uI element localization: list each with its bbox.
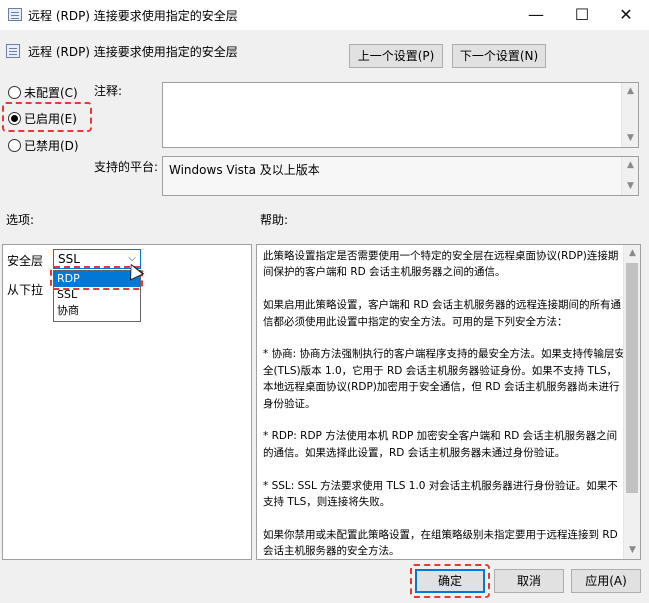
help-paragraph: * 协商: 协商方法强制执行的客户端程序支持的最安全方法。如果支持传输层安全(T…	[263, 348, 625, 410]
help-paragraph: 如果启用此策略设置，客户端和 RD 会话主机服务器的远程连接期间的所有通信都必须…	[263, 299, 622, 328]
options-header: 选项:	[6, 213, 35, 227]
truncated-option-text: 从下拉	[7, 283, 44, 297]
help-header: 帮助:	[260, 213, 289, 227]
scroll-up-icon[interactable]: ▲	[622, 157, 639, 174]
radio-not-configured[interactable]: 未配置(C)	[8, 83, 78, 101]
help-paragraph: * RDP: RDP 方法使用本机 RDP 加密安全客户端和 RD 会话主机服务…	[263, 430, 618, 459]
radio-disabled[interactable]: 已禁用(D)	[8, 136, 79, 154]
scroll-down-icon[interactable]: ▼	[622, 130, 639, 147]
policy-icon	[8, 8, 22, 21]
radio-label: 未配置(C)	[24, 85, 78, 100]
scroll-up-icon[interactable]: ▲	[622, 83, 639, 100]
policy-title: 远程 (RDP) 连接要求使用指定的安全层	[28, 45, 238, 59]
previous-setting-button[interactable]: 上一个设置(P)	[349, 44, 443, 68]
help-paragraph: 此策略设置指定是否需要使用一个特定的安全层在远程桌面协议(RDP)连接期间保护的…	[263, 250, 619, 279]
help-scrollbar[interactable]: ▲ ▼	[623, 245, 640, 559]
next-setting-button[interactable]: 下一个设置(N)	[452, 44, 546, 68]
security-layer-label: 安全层	[7, 254, 44, 268]
help-text: 此策略设置指定是否需要使用一个特定的安全层在远程桌面协议(RDP)连接期间保护的…	[263, 248, 625, 576]
comment-textarea[interactable]: ▲ ▼	[162, 82, 639, 148]
help-paragraph: * SSL: SSL 方法要求使用 TLS 1.0 对会话主机服务器进行身份验证…	[263, 479, 618, 509]
close-button[interactable]: ✕	[603, 0, 649, 30]
platform-box: Windows Vista 及以上版本 ▲ ▼	[162, 156, 639, 196]
help-pane: 此策略设置指定是否需要使用一个特定的安全层在远程桌面协议(RDP)连接期间保护的…	[256, 244, 641, 560]
policy-setting-icon	[6, 44, 20, 58]
dropdown-option-negotiate[interactable]: 协商	[54, 303, 140, 319]
platform-scrollbar[interactable]: ▲ ▼	[621, 157, 638, 195]
radio-circle[interactable]	[8, 138, 21, 152]
apply-button[interactable]: 应用(A)	[571, 569, 641, 593]
scroll-thumb[interactable]	[626, 263, 638, 493]
scroll-down-icon[interactable]: ▼	[624, 542, 641, 559]
policy-dialog: 远程 (RDP) 连接要求使用指定的安全层 上一个设置(P) 下一个设置(N) …	[0, 30, 649, 603]
cancel-button[interactable]: 取消	[494, 569, 564, 593]
scroll-up-icon[interactable]: ▲	[624, 245, 641, 262]
highlight-ok-button	[410, 564, 490, 598]
platform-label: 支持的平台:	[94, 160, 159, 174]
comment-label: 注释:	[94, 84, 123, 98]
radio-circle[interactable]	[8, 85, 21, 99]
radio-label: 已禁用(D)	[24, 138, 79, 153]
highlight-enabled	[2, 102, 92, 132]
platform-value: Windows Vista 及以上版本	[169, 163, 320, 177]
scroll-down-icon[interactable]: ▼	[622, 178, 639, 195]
select-value: SSL	[58, 252, 80, 266]
comment-scrollbar[interactable]: ▲ ▼	[621, 83, 638, 147]
help-paragraph: 如果你禁用或未配置此策略设置，在组策略级别未指定要用于远程连接到 RD 会话主机…	[263, 528, 618, 558]
window-title: 远程 (RDP) 连接要求使用指定的安全层	[28, 9, 238, 23]
options-pane: 安全层 从下拉 SSL ⌵ RDP SSL 协商	[2, 244, 252, 560]
title-bar: 远程 (RDP) 连接要求使用指定的安全层 — ☐ ✕	[0, 0, 649, 30]
maximize-button[interactable]: ☐	[559, 0, 605, 30]
minimize-button[interactable]: —	[513, 0, 559, 30]
